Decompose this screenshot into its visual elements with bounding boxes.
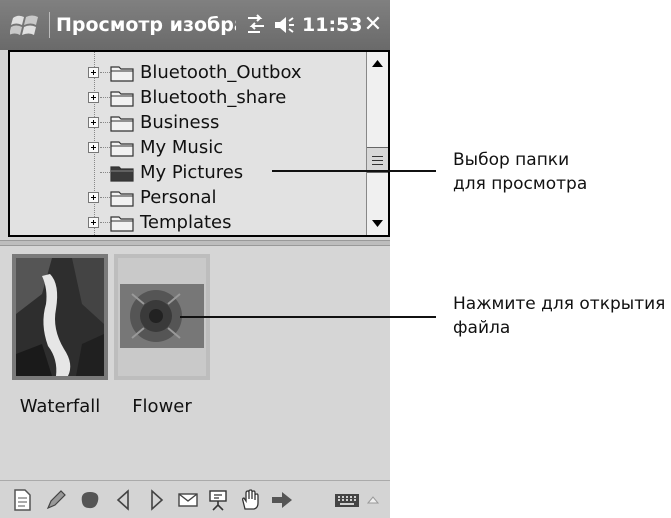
tree-item-label: Templates <box>140 212 232 233</box>
bottom-toolbar <box>0 480 390 518</box>
thumbnail-area: Waterfall Flower <box>0 246 390 480</box>
blob-icon[interactable] <box>78 488 102 512</box>
folder-icon <box>110 91 134 107</box>
connectivity-icon[interactable] <box>244 14 268 36</box>
envelope-icon[interactable] <box>176 488 200 512</box>
folder-icon <box>110 66 134 82</box>
scroll-down-arrow-icon[interactable] <box>367 211 388 235</box>
tree-branch-line <box>100 122 110 123</box>
folder-icon <box>110 191 134 207</box>
expand-plus-icon[interactable] <box>88 67 99 78</box>
expand-plus-icon[interactable] <box>88 217 99 228</box>
forward-arrow-icon[interactable] <box>144 488 168 512</box>
app-title: Просмотр изобра: <box>56 14 236 36</box>
folder-icon <box>110 116 134 132</box>
slideshow-icon[interactable] <box>206 488 230 512</box>
close-button[interactable]: ✕ <box>360 12 386 38</box>
tree-branch-line <box>100 147 110 148</box>
tree-item-label: My Pictures <box>140 162 244 183</box>
tree-item[interactable]: My Pictures <box>10 160 366 185</box>
folder-tree-list: Bluetooth_Outbox Bluetooth_share Business M… <box>10 52 366 235</box>
tree-item[interactable]: Bluetooth_Outbox <box>10 60 366 85</box>
callout-folder-select: Выбор папки для просмотра <box>453 150 588 194</box>
windows-start-icon[interactable] <box>10 12 44 38</box>
callout-open-file: Нажмите для открытия файла <box>453 294 666 338</box>
tree-scrollbar[interactable] <box>366 52 388 235</box>
tree-branch-line <box>100 172 110 173</box>
tree-item[interactable]: My Music <box>10 135 366 160</box>
folder-icon <box>110 141 134 157</box>
thumbnail-label-flower: Flower <box>132 396 192 417</box>
title-bar: Просмотр изобра: 11:53 ✕ <box>0 0 390 50</box>
clock[interactable]: 11:53 <box>302 12 362 38</box>
tree-item[interactable]: Templates <box>10 210 366 235</box>
expand-plus-icon[interactable] <box>88 92 99 103</box>
callout-leader-folder <box>272 170 436 172</box>
tree-item-label: Bluetooth_share <box>140 87 287 108</box>
back-arrow-icon[interactable] <box>112 488 136 512</box>
device-screen: Просмотр изобра: 11:53 ✕ Bluetooth_Outbo… <box>0 0 390 518</box>
expand-plus-icon[interactable] <box>88 142 99 153</box>
tree-branch-line <box>100 222 110 223</box>
tree-item-label: My Music <box>140 137 224 158</box>
tree-item[interactable]: Business <box>10 110 366 135</box>
expand-plus-icon[interactable] <box>88 192 99 203</box>
volume-icon[interactable] <box>272 14 298 36</box>
scroll-up-arrow-icon[interactable] <box>367 52 388 76</box>
tree-item-label: Personal <box>140 187 217 208</box>
title-separator <box>49 12 50 38</box>
folder-tree: Bluetooth_Outbox Bluetooth_share Business M… <box>8 50 390 237</box>
keyboard-icon[interactable] <box>334 488 360 512</box>
expand-plus-icon[interactable] <box>88 117 99 128</box>
hand-icon[interactable] <box>238 488 262 512</box>
right-arrow-icon[interactable] <box>270 488 294 512</box>
folder-icon <box>110 216 134 232</box>
tree-item-label: Business <box>140 112 220 133</box>
tree-branch-line <box>100 97 110 98</box>
tree-item[interactable]: Bluetooth_share <box>10 85 366 110</box>
tree-item[interactable]: Personal <box>10 185 366 210</box>
input-menu-arrow-icon[interactable] <box>364 488 382 512</box>
callout-leader-open <box>180 316 436 318</box>
pen-icon[interactable] <box>44 488 68 512</box>
document-icon[interactable] <box>10 488 34 512</box>
thumbnail-waterfall[interactable]: Waterfall <box>12 254 108 417</box>
tree-item-label: Bluetooth_Outbox <box>140 62 302 83</box>
tree-branch-line <box>100 197 110 198</box>
waterfall-photo-icon <box>12 254 108 380</box>
tree-branch-line <box>100 72 110 73</box>
open-folder-icon <box>110 166 134 182</box>
